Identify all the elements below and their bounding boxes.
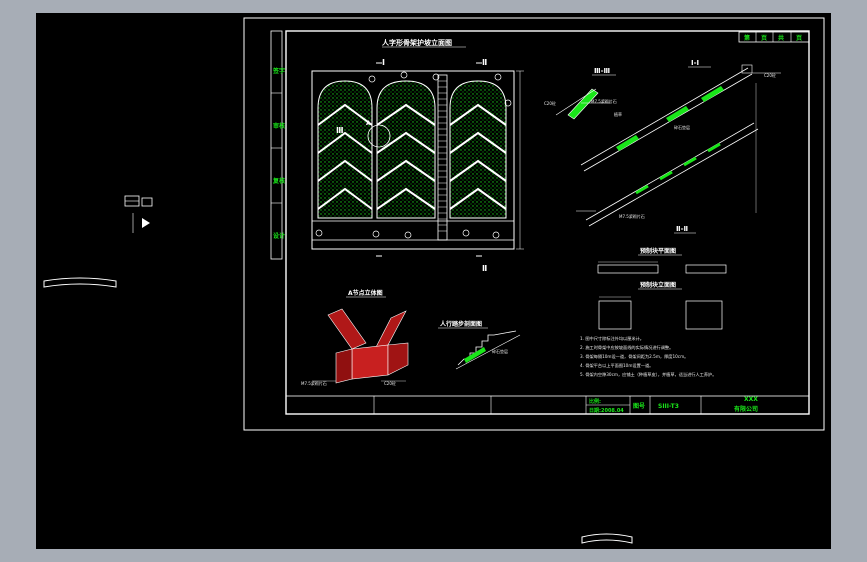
bottom-arc-shape <box>581 533 633 544</box>
section-1-ann-2: 碎石垫层 <box>674 124 690 130</box>
tb-drawing-no-label: 图号 <box>633 402 645 410</box>
precast-elev-drawing <box>598 296 723 330</box>
note-4: 4. 骨架平台以上平面图10m设置一道。 <box>580 362 653 369</box>
section-2-ann-1: M7.5浆砌片石 <box>619 213 645 219</box>
section-2-title: Ⅱ-Ⅱ <box>676 225 688 233</box>
section-mark-3: Ⅲ <box>336 126 344 135</box>
node-mark-a: A <box>366 120 371 127</box>
precast-plan-title: 预制块平面图 <box>640 247 676 255</box>
tb-drawing-no: SIII-T3 <box>658 403 679 410</box>
tb-date: 日期:2008.04 <box>589 407 624 414</box>
section-3-ann-2: M7.5浆砌片石 <box>591 98 617 104</box>
precast-elev-title: 预制块立面图 <box>640 281 676 289</box>
tb-scale: 比例: <box>589 398 601 405</box>
title-block: 比例: 日期:2008.04 图号 SIII-T3 XXX 有限公司 <box>285 395 810 415</box>
section-3-drawing: C20砼 M7.5浆砌片石 <box>544 88 617 120</box>
node-a-ann-2: C20砼 <box>384 380 396 386</box>
note-1: 1. 图中尺寸除标注外均以厘米计。 <box>580 335 644 342</box>
side-label-2: 审核 <box>273 122 285 130</box>
side-label-strip: 签字 审核 复核 设计 <box>270 30 285 260</box>
note-3: 3. 骨架每隔10m设一道，骨架间距为2.5m，厚度10cm。 <box>580 353 688 360</box>
section-1-ann-3: C20砼 <box>764 72 776 78</box>
node-a-ann-1: M7.5浆砌片石 <box>301 380 327 386</box>
cut-mark-2-top: Ⅱ <box>482 58 487 67</box>
note-5: 5. 骨架内空隙30cm，应铺土（种植草皮），并植草，适当进行人工养护。 <box>580 371 716 378</box>
header-cell-2: 页 <box>761 34 767 42</box>
herringbone-elevation: A Ⅲ Ⅰ Ⅱ Ⅱ <box>311 58 524 273</box>
path-section-drawing: 碎石垫层 <box>455 330 521 370</box>
precast-plan-drawing <box>597 261 727 274</box>
section-2-drawing: M7.5浆砌片石 <box>576 122 759 227</box>
cut-mark-2-bottom: Ⅱ <box>482 264 487 273</box>
notes-block: 1. 图中尺寸除标注外均以厘米计。 2. 施工时骨架中应按坡面线的实际情况进行调… <box>580 335 716 378</box>
cut-mark-1-top: Ⅰ <box>382 58 385 67</box>
section-1-ann-1: 植草 <box>614 111 622 117</box>
section-1-drawing: 植草 碎石垫层 C20砼 <box>580 64 781 213</box>
header-cell-1: 第 <box>743 34 750 42</box>
tb-company: 有限公司 <box>734 405 758 413</box>
side-label-3: 复核 <box>272 177 285 185</box>
page-header-cells: 第 页 共 页 <box>738 31 810 43</box>
section-3-title: Ⅲ-Ⅲ <box>594 67 610 75</box>
sheet-outer-frame <box>243 17 825 431</box>
main-elevation-title: 人字形骨架护坡立面图 <box>382 38 452 47</box>
path-ann-1: 碎石垫层 <box>492 348 508 354</box>
section-3-ann-1: C20砼 <box>544 100 556 106</box>
node-a-title: A节点立体图 <box>348 289 383 297</box>
path-title: 人行踏步剖面图 <box>440 320 482 328</box>
cad-viewport[interactable]: 签字 审核 复核 设计 第 页 共 页 人字形骨架护坡立面图 A Ⅲ Ⅰ Ⅱ Ⅱ… <box>36 13 831 549</box>
side-label-1: 签字 <box>272 67 285 75</box>
left-mini-block <box>124 195 153 233</box>
header-cell-3: 共 <box>778 34 784 42</box>
header-cell-4: 页 <box>796 34 802 42</box>
side-label-4: 设计 <box>273 232 285 240</box>
note-2: 2. 施工时骨架中应按坡面线的实际情况进行调整。 <box>580 344 673 351</box>
section-1-title: Ⅰ-Ⅰ <box>691 59 699 67</box>
tb-company-top: XXX <box>744 396 758 403</box>
left-arc-shape <box>43 277 117 288</box>
node-a-3d-drawing: M7.5浆砌片石 C20砼 <box>301 308 409 386</box>
cad-drawing-canvas: 签字 审核 复核 设计 第 页 共 页 人字形骨架护坡立面图 A Ⅲ Ⅰ Ⅱ Ⅱ… <box>43 17 825 544</box>
